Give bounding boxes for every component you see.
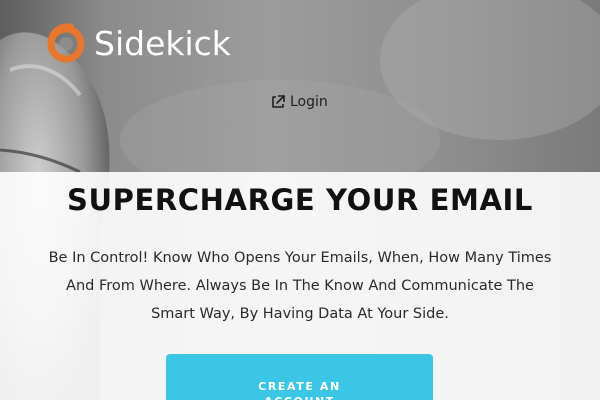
external-link-icon: [272, 95, 285, 108]
page-title: SUPERCHARGE YOUR EMAIL: [66, 183, 534, 217]
sidekick-ring-logo-icon: [47, 23, 85, 63]
login-link[interactable]: Login: [270, 94, 328, 110]
login-label: Login: [290, 94, 328, 110]
brand-name: Sidekick: [94, 24, 231, 63]
create-account-button[interactable]: CREATE AN ACCOUNT: [166, 354, 433, 400]
header-area: Sidekick Login: [0, 0, 600, 172]
hero-description: Be In Control! Know Who Opens Your Email…: [48, 250, 552, 322]
hero-section: Sidekick Login SUPERCHARGE YOUR EMAIL Be…: [0, 0, 600, 400]
logo[interactable]: Sidekick: [44, 22, 231, 66]
